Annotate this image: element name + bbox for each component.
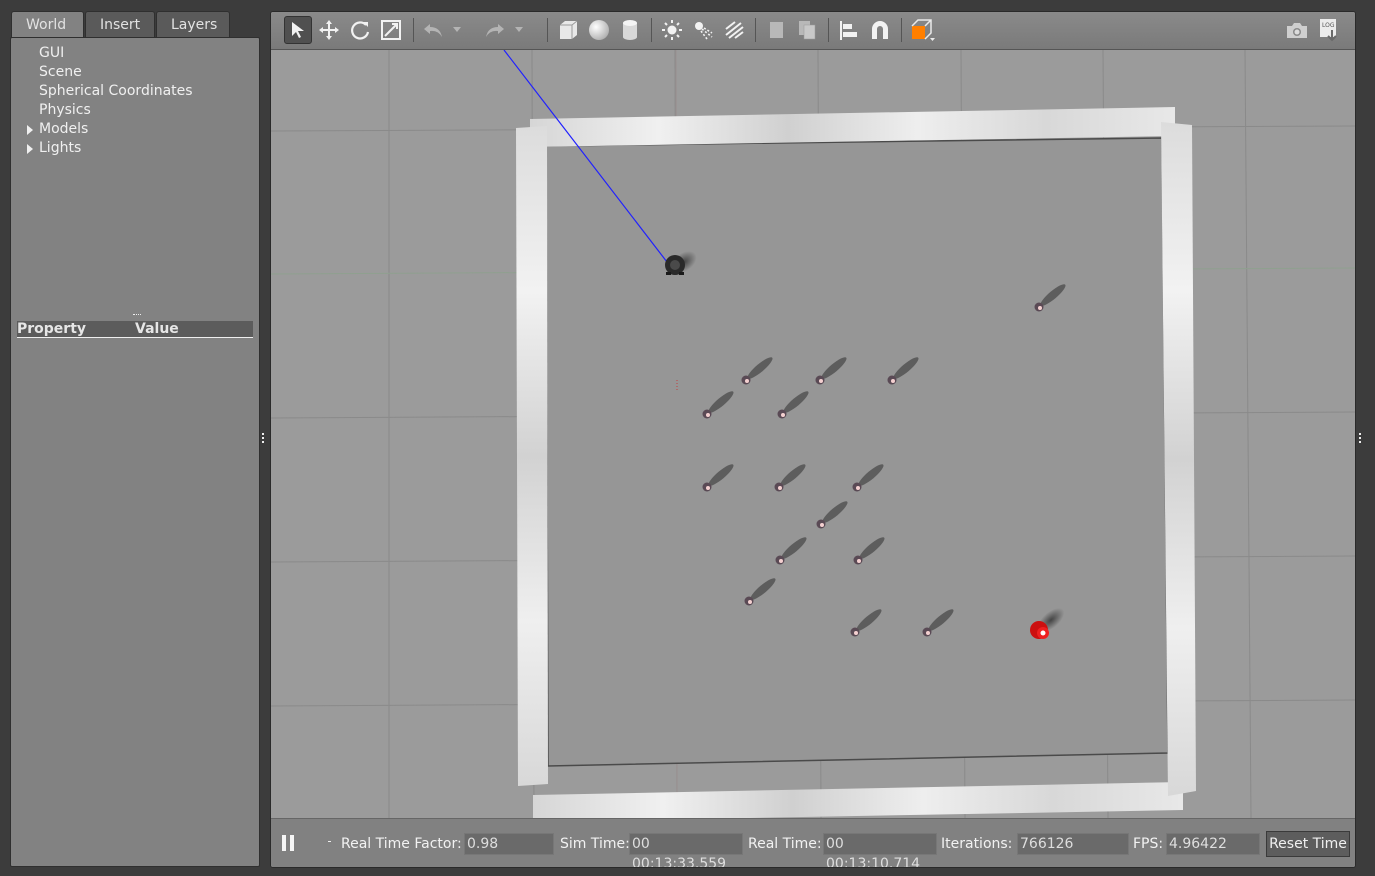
real-time-factor-label: Real Time Factor:: [341, 836, 462, 852]
world-tree: GUI Scene Spherical Coordinates Physics …: [25, 44, 193, 158]
redo-icon[interactable]: [481, 16, 509, 44]
tree-item-spherical-coordinates[interactable]: Spherical Coordinates: [25, 82, 193, 101]
align-icon[interactable]: [835, 16, 863, 44]
real-time-label: Real Time:: [748, 836, 822, 852]
tree-item-gui[interactable]: GUI: [25, 44, 193, 63]
point-light-icon[interactable]: [658, 16, 686, 44]
toolbar-separator: [547, 18, 548, 42]
snap-magnet-icon[interactable]: [866, 16, 894, 44]
obstacle-top: [856, 486, 860, 490]
status-bar: Real Time Factor: 0.98 Sim Time: 00 00:1…: [271, 818, 1355, 867]
tree-item-lights[interactable]: Lights: [25, 139, 193, 158]
tree-item-models[interactable]: Models: [25, 120, 193, 139]
redo-dropdown-icon[interactable]: [513, 16, 525, 44]
directional-light-icon[interactable]: [720, 16, 748, 44]
obstacle-top: [926, 631, 930, 635]
svg-text:LOG: LOG: [1322, 22, 1335, 29]
left-splitter-handle[interactable]: [262, 433, 267, 443]
cylinder-icon[interactable]: [616, 16, 644, 44]
scale-icon[interactable]: [377, 16, 405, 44]
tree-item-label: Spherical Coordinates: [39, 83, 193, 99]
toolbar-separator: [828, 18, 829, 42]
expand-arrow-icon[interactable]: [27, 125, 33, 135]
wall-west: [516, 126, 548, 786]
wall-south: [533, 782, 1183, 818]
obstacle-top: [854, 631, 858, 635]
real-time-field: 00 00:13:10.714: [823, 833, 937, 867]
tree-item-label: Lights: [39, 140, 82, 156]
property-column-header[interactable]: Property: [17, 321, 135, 337]
left-panel-tabs: World Insert Layers: [11, 11, 231, 39]
tree-item-scene[interactable]: Scene: [25, 63, 193, 82]
sphere-icon[interactable]: [585, 16, 613, 44]
tree-item-label: Scene: [39, 64, 82, 80]
toolbar: LOG: [271, 12, 1355, 50]
tree-item-label: Physics: [39, 102, 91, 118]
obstacle-top: [706, 413, 710, 417]
spot-light-icon[interactable]: [689, 16, 717, 44]
obstacle-top: [779, 559, 783, 563]
step-indicator: [328, 841, 331, 842]
undo-icon[interactable]: [419, 16, 447, 44]
obstacle-top: [820, 523, 824, 527]
toolbar-separator: [651, 18, 652, 42]
paste-icon[interactable]: [793, 16, 821, 44]
real-time-factor-field: 0.98: [464, 833, 554, 855]
world-panel: GUI Scene Spherical Coordinates Physics …: [10, 37, 260, 867]
reset-time-button[interactable]: Reset Time: [1266, 831, 1350, 857]
obstacle-top: [781, 413, 785, 417]
value-column-header[interactable]: Value: [135, 321, 179, 337]
fps-field: 4.96422: [1166, 833, 1260, 855]
render-viewport: LOG Real Time Factor: 0.98 Sim Time: 00 …: [270, 11, 1356, 868]
sim-time-label: Sim Time:: [560, 836, 630, 852]
rotate-icon[interactable]: [346, 16, 374, 44]
scene-canvas[interactable]: [271, 50, 1355, 818]
tree-item-label: Models: [39, 121, 89, 137]
right-splitter-handle[interactable]: [1359, 433, 1364, 443]
translate-icon[interactable]: [315, 16, 343, 44]
log-icon[interactable]: LOG: [1315, 16, 1343, 44]
tab-layers[interactable]: Layers: [156, 11, 230, 38]
iterations-field: 766126: [1017, 833, 1129, 855]
obstacle-top: [745, 379, 749, 383]
tab-insert[interactable]: Insert: [85, 11, 155, 38]
tree-item-physics[interactable]: Physics: [25, 101, 193, 120]
toolbar-separator: [755, 18, 756, 42]
tab-world[interactable]: World: [11, 11, 84, 39]
select-arrow-icon[interactable]: [284, 16, 312, 44]
obstacle-top: [819, 379, 823, 383]
arena-floor: [545, 137, 1169, 767]
obstacle-top: [891, 379, 895, 383]
copy-icon[interactable]: [762, 16, 790, 44]
obstacle-top: [748, 600, 752, 604]
box-icon[interactable]: [554, 16, 582, 44]
property-table-header: Property Value: [17, 321, 253, 338]
expand-arrow-icon[interactable]: [27, 144, 33, 154]
pause-icon[interactable]: [282, 835, 296, 853]
toolbar-separator: [413, 18, 414, 42]
sim-time-field: 00 00:13:33.559: [629, 833, 743, 867]
toolbar-separator: [901, 18, 902, 42]
iterations-label: Iterations:: [941, 836, 1013, 852]
tree-item-label: GUI: [39, 45, 65, 61]
view-angle-icon[interactable]: [908, 16, 936, 44]
property-splitter-handle[interactable]: [133, 314, 141, 318]
screenshot-icon[interactable]: [1283, 16, 1311, 44]
obstacle-top: [778, 486, 782, 490]
undo-dropdown-icon[interactable]: [451, 16, 463, 44]
obstacle-top: [1038, 306, 1042, 310]
fps-label: FPS:: [1133, 836, 1164, 852]
obstacle-top: [706, 486, 710, 490]
obstacle-top: [857, 559, 861, 563]
